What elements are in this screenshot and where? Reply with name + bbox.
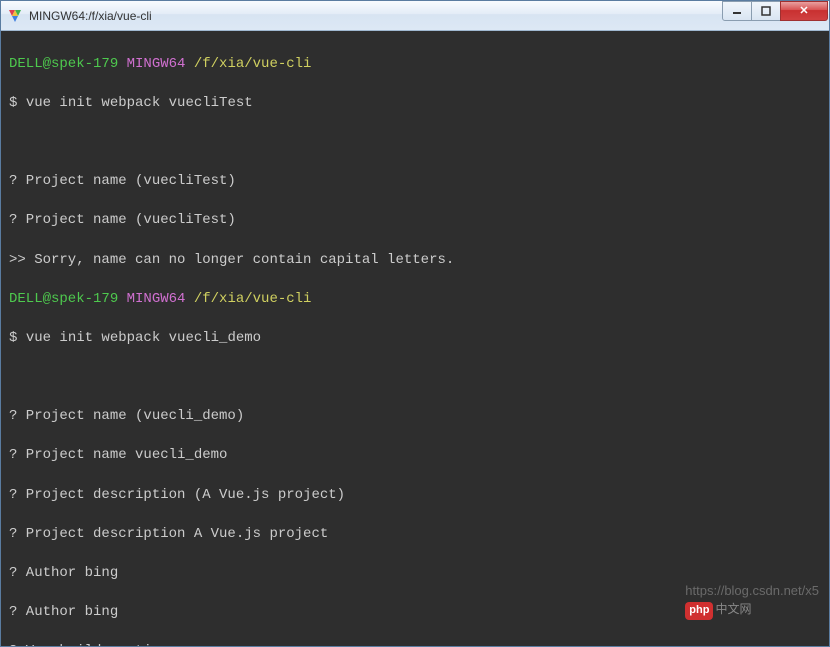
app-icon: [7, 8, 23, 24]
terminal-line: DELL@spek-179 MINGW64 /f/xia/vue-cli: [9, 290, 821, 310]
close-button[interactable]: ✕: [780, 1, 828, 21]
terminal-line: ? Project name (vuecliTest): [9, 211, 821, 231]
terminal-content[interactable]: DELL@spek-179 MINGW64 /f/xia/vue-cli $ v…: [1, 31, 829, 646]
maximize-button[interactable]: [751, 1, 781, 21]
close-icon: ✕: [799, 4, 808, 17]
watermark-url: https://blog.csdn.net/x5: [685, 583, 819, 598]
minimize-button[interactable]: [722, 1, 752, 21]
terminal-line: [9, 368, 821, 388]
terminal-line: ? Project name (vuecliTest): [9, 172, 821, 192]
terminal-line: $ vue init webpack vuecliTest: [9, 94, 821, 114]
php-logo: php: [685, 602, 713, 619]
terminal-line: ? Project description (A Vue.js project): [9, 486, 821, 506]
window-controls: ✕: [723, 1, 828, 21]
terminal-line: ? Vue build runtime: [9, 642, 821, 646]
watermark-cn: 中文网: [715, 602, 751, 616]
terminal-line: ? Project name (vuecli_demo): [9, 407, 821, 427]
terminal-line: DELL@spek-179 MINGW64 /f/xia/vue-cli: [9, 55, 821, 75]
terminal-line: ? Project name vuecli_demo: [9, 446, 821, 466]
window-frame: MINGW64:/f/xia/vue-cli ✕ DELL@spek-179 M…: [0, 0, 830, 647]
terminal-line: >> Sorry, name can no longer contain cap…: [9, 251, 821, 271]
terminal-line: $ vue init webpack vuecli_demo: [9, 329, 821, 349]
watermark: https://blog.csdn.net/x5 php中文网: [664, 564, 819, 638]
window-title: MINGW64:/f/xia/vue-cli: [29, 9, 723, 23]
titlebar[interactable]: MINGW64:/f/xia/vue-cli ✕: [1, 1, 829, 31]
terminal-line: ? Project description A Vue.js project: [9, 525, 821, 545]
terminal-line: [9, 133, 821, 153]
